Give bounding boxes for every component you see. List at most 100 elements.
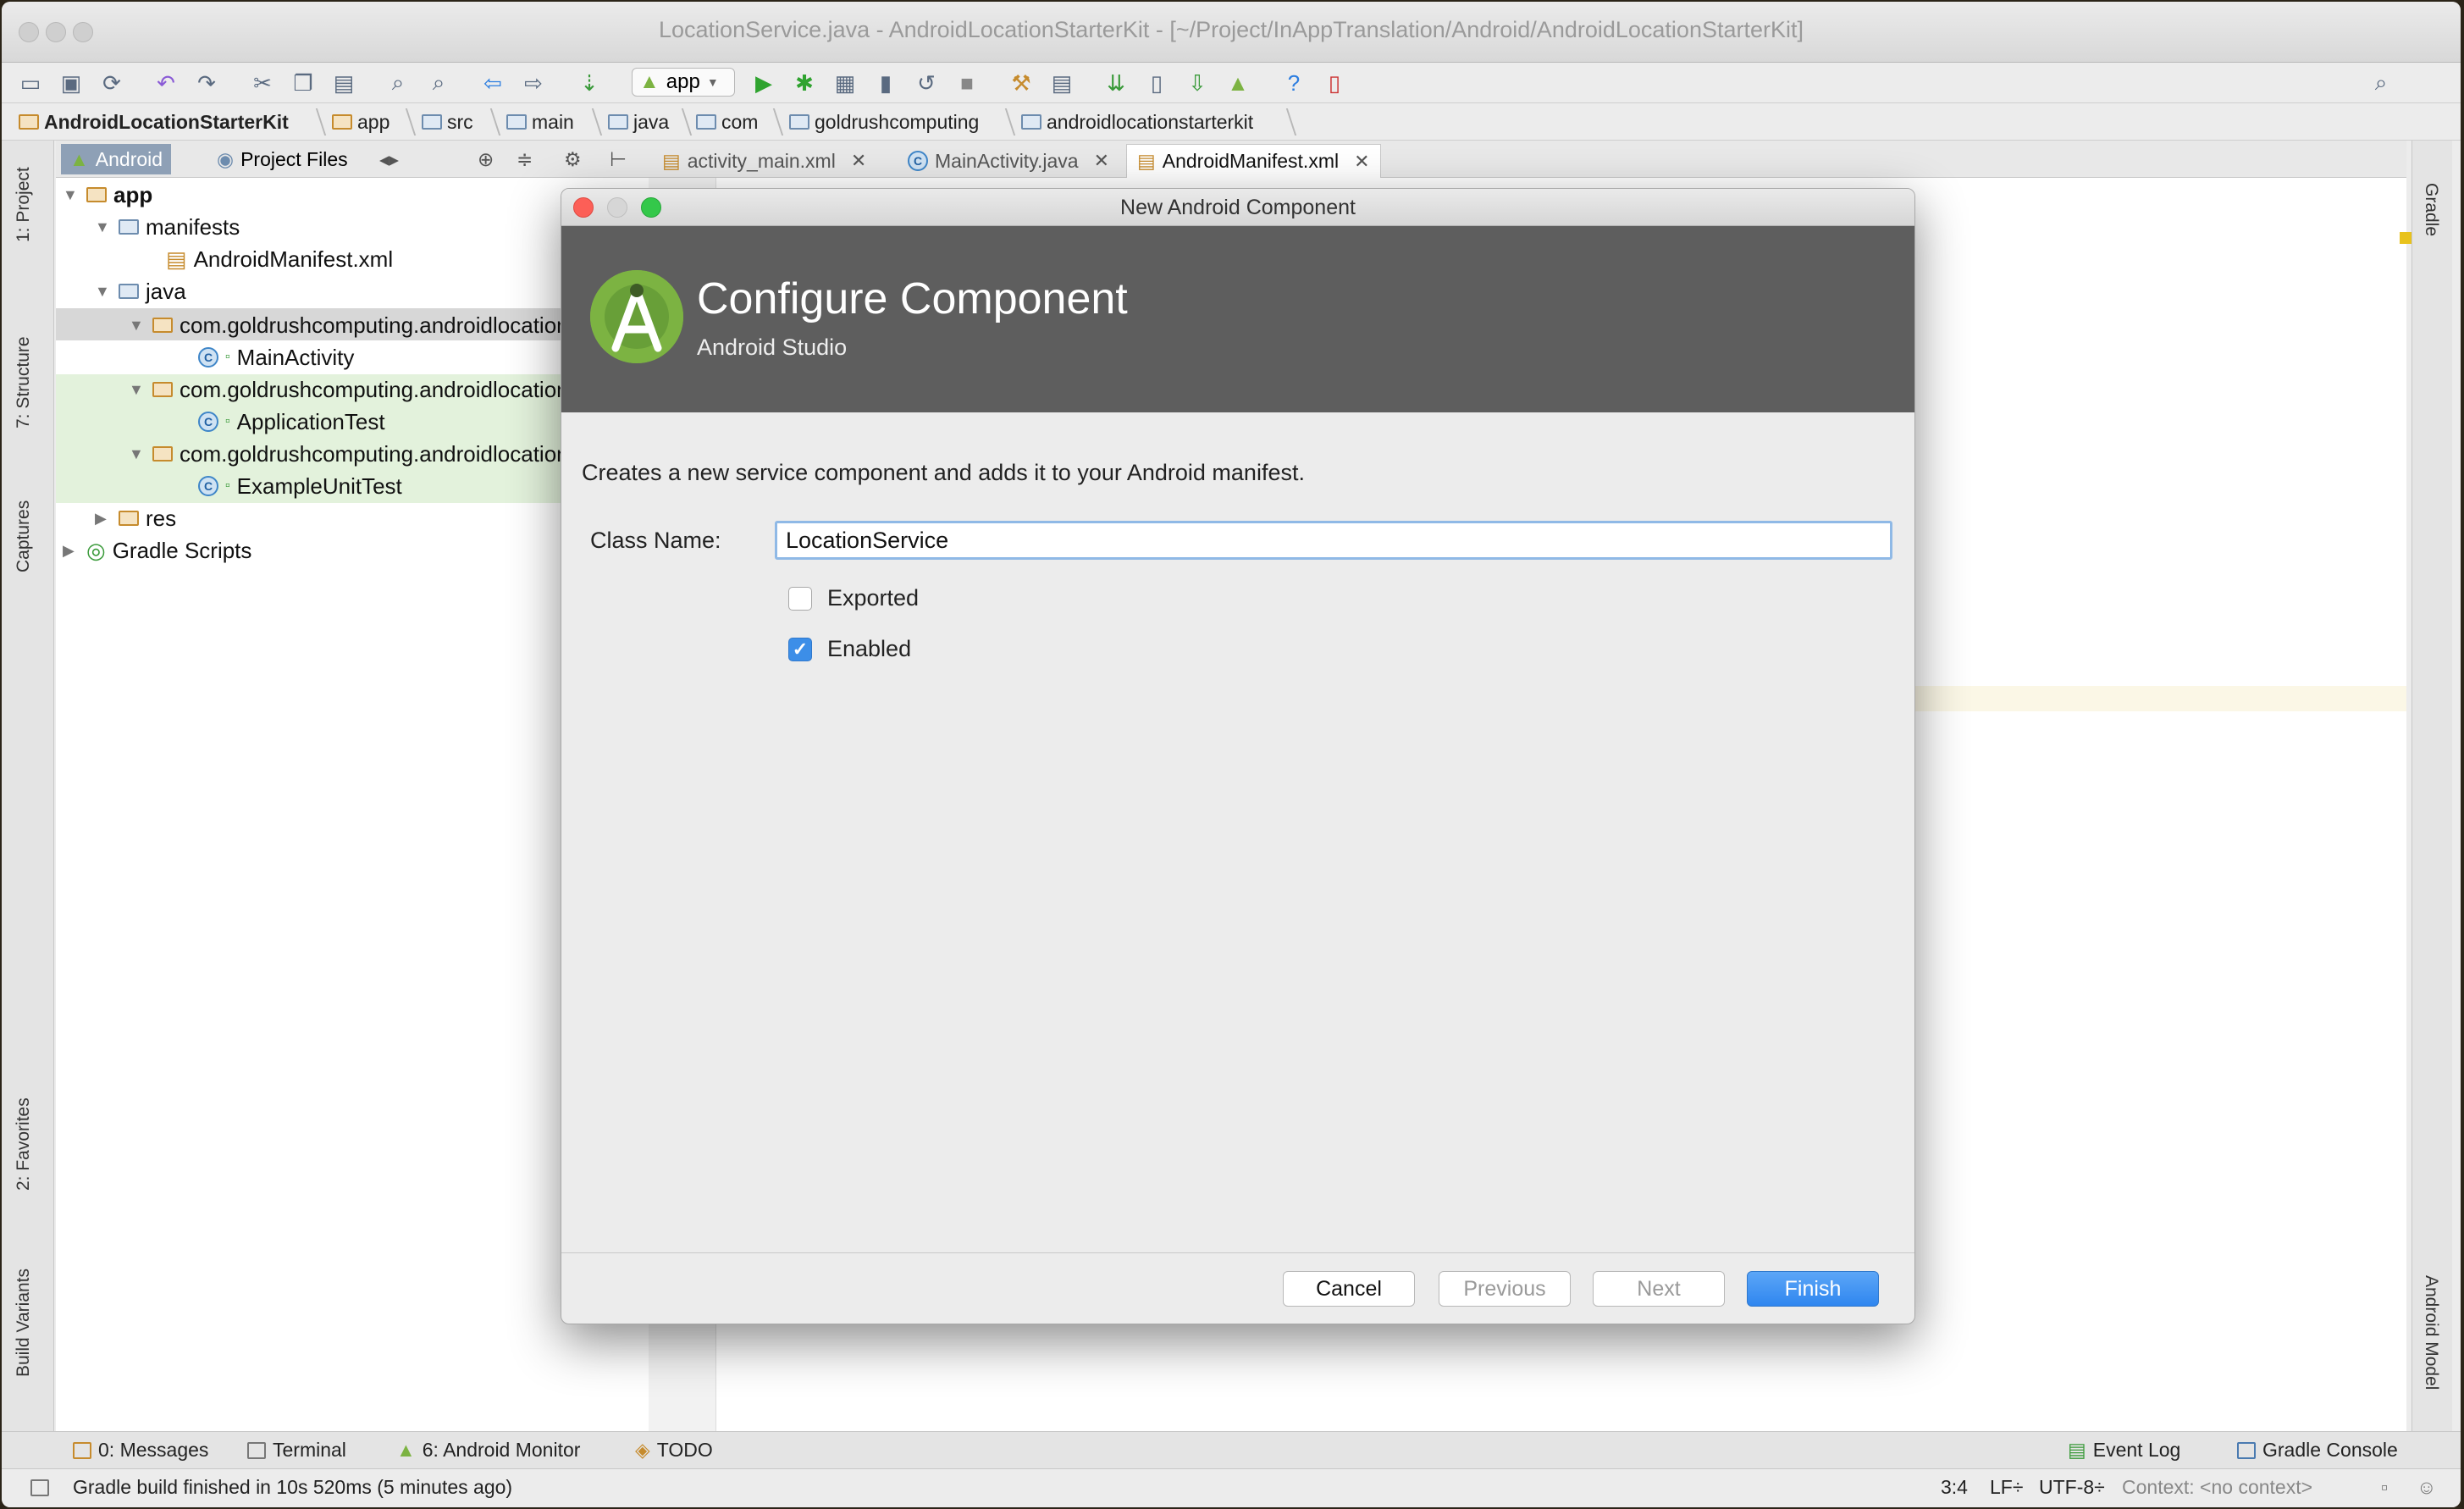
tab-mainactivity-java[interactable]: C MainActivity.java ✕ [898,144,1119,178]
inspector-icon[interactable]: ☺ [2417,1476,2436,1499]
debug-icon[interactable]: ✱ [789,68,820,98]
breadcrumb-item-goldrushcomputing[interactable]: goldrushcomputing [789,108,979,135]
enabled-checkbox-row[interactable]: ✓ Enabled [788,636,911,662]
tree-node-res[interactable]: ▶ res [95,503,176,533]
run-icon[interactable]: ▶ [749,68,779,98]
tab-android-view[interactable]: ▲ Android [61,144,172,174]
tool-tab-android-model[interactable]: Android Model [2421,1275,2441,1390]
warning-marker[interactable] [2400,232,2412,244]
tool-tab-gradle-console[interactable]: Gradle Console [2237,1439,2398,1462]
tree-node-applicationtest[interactable]: C ▫ ApplicationTest [198,406,385,437]
collapse-all-icon[interactable]: ≑ [508,144,541,174]
search-icon[interactable]: ⌕ [2366,68,2396,98]
coverage-icon[interactable]: ▦ [830,68,860,98]
breadcrumb-item-project[interactable]: AndroidLocationStarterKit [19,108,289,135]
expand-arrow-icon[interactable]: ▼ [129,317,146,334]
tab-androidmanifest-xml[interactable]: ▤ AndroidManifest.xml ✕ [1126,144,1381,178]
expand-arrow-icon[interactable]: ▼ [129,445,146,463]
scroll-from-source-icon[interactable]: ⊕ [469,144,502,174]
back-icon[interactable]: ⇦ [478,68,508,98]
stop-icon[interactable]: ■ [952,68,982,98]
forward-icon[interactable]: ⇨ [518,68,549,98]
expand-arrow-icon[interactable]: ▼ [129,381,146,399]
copy-icon[interactable]: ❐ [288,68,318,98]
replace-icon[interactable]: ⌕ [423,68,454,98]
breadcrumb-item-app[interactable]: app [332,108,389,135]
exported-checkbox-row[interactable]: Exported [788,585,919,611]
file-encoding[interactable]: UTF-8÷ [2039,1476,2105,1499]
collapsed-arrow-icon[interactable]: ▶ [95,510,112,528]
attach-debugger-icon[interactable]: ▮ [870,68,901,98]
tool-tab-android-monitor[interactable]: ▲ 6: Android Monitor [396,1439,580,1462]
find-icon[interactable]: ⌕ [383,68,413,98]
enabled-checkbox[interactable]: ✓ [788,637,812,661]
caret-position[interactable]: 3:4 [1941,1476,1968,1499]
breadcrumb-item-src[interactable]: src [422,108,473,135]
tree-node-exampleunittest[interactable]: C ▫ ExampleUnitTest [198,471,402,501]
tree-node-gradle-scripts[interactable]: ▶ ◎ Gradle Scripts [63,535,251,566]
toggle-tool-windows-icon[interactable] [30,1479,49,1496]
finish-button[interactable]: Finish [1747,1271,1879,1307]
close-tab-icon[interactable]: ✕ [1094,150,1109,172]
undo-icon[interactable]: ↶ [151,68,181,98]
tool-tab-project[interactable]: 1: Project [14,167,34,242]
close-tab-icon[interactable]: ✕ [851,150,866,172]
tool-tab-structure[interactable]: 7: Structure [14,336,34,428]
breadcrumb: AndroidLocationStarterKit app src main j… [2,103,2461,141]
tool-tab-build-variants[interactable]: Build Variants [14,1269,34,1377]
hide-panel-icon[interactable]: ⊢ [601,144,635,174]
run-config-select[interactable]: ▲ app ▼ [632,68,735,97]
breadcrumb-item-com[interactable]: com [696,108,758,135]
expand-arrow-icon[interactable]: ▼ [95,283,112,301]
apply-changes-icon[interactable]: ↺ [911,68,942,98]
tool-tab-messages[interactable]: 0: Messages [73,1439,208,1462]
open-folder-icon[interactable]: ▭ [15,68,46,98]
redo-icon[interactable]: ↷ [191,68,222,98]
tree-node-manifests[interactable]: ▼ manifests [95,212,240,242]
collapsed-arrow-icon[interactable]: ▶ [63,542,80,560]
help-icon[interactable]: ? [1279,68,1309,98]
avd-manager-icon[interactable]: ▯ [1141,68,1172,98]
expand-arrow-icon[interactable]: ▼ [63,186,80,204]
breadcrumb-item-androidlocationstarterkit[interactable]: androidlocationstarterkit [1021,108,1253,135]
exported-checkbox[interactable] [788,586,812,611]
sdk-manager-icon[interactable]: ▤ [1047,68,1077,98]
project-structure-icon[interactable]: ⚒ [1006,68,1036,98]
sync-icon[interactable]: ⟳ [97,68,127,98]
tree-node-java[interactable]: ▼ java [95,276,186,307]
lock-icon[interactable]: ▫ [2381,1476,2388,1499]
class-name-input[interactable] [775,521,1892,560]
save-icon[interactable]: ▣ [56,68,86,98]
cancel-button[interactable]: Cancel [1283,1271,1415,1307]
tool-tab-favorites[interactable]: 2: Favorites [14,1097,34,1191]
gear-icon[interactable]: ⚙ [555,144,590,174]
terminal-icon [247,1441,266,1459]
tab-project-files-view[interactable]: ◉ Project Files [208,144,356,174]
download-icon[interactable]: ⇩ [1182,68,1213,98]
tool-tab-captures[interactable]: Captures [14,500,34,572]
close-tab-icon[interactable]: ✕ [1354,151,1369,173]
breadcrumb-separator [671,108,693,135]
previous-button[interactable]: Previous [1439,1271,1571,1307]
cut-icon[interactable]: ✂ [247,68,278,98]
tree-node-app[interactable]: ▼ app [63,180,152,210]
tool-tab-terminal[interactable]: Terminal [247,1439,346,1462]
gradle-icon: ◎ [86,537,106,563]
tool-tab-todo[interactable]: ◈ TODO [635,1439,713,1462]
breadcrumb-item-java[interactable]: java [608,108,669,135]
expand-arrow-icon[interactable]: ▼ [95,218,112,236]
line-separator[interactable]: LF÷ [1990,1476,2023,1499]
tab-activity-main-xml[interactable]: ▤ activity_main.xml ✕ [652,144,876,178]
tree-node-androidmanifest[interactable]: ▤ AndroidManifest.xml [166,244,393,274]
breadcrumb-item-main[interactable]: main [506,108,574,135]
sync-gradle-icon[interactable]: ⇊ [1101,68,1131,98]
tool-tab-gradle[interactable]: Gradle [2421,183,2441,236]
next-button[interactable]: Next [1593,1271,1725,1307]
paste-icon[interactable]: ▤ [329,68,359,98]
profile-icon[interactable]: ▯ [1319,68,1350,98]
tool-tab-event-log[interactable]: ▤ Event Log [2068,1439,2180,1462]
make-project-icon[interactable]: ⇣ [574,68,605,98]
view-switch-arrows-icon[interactable]: ◂▸ [371,144,407,174]
tree-node-mainactivity[interactable]: C ▫ MainActivity [198,342,354,373]
android-device-monitor-icon[interactable]: ▲ [1223,68,1253,98]
